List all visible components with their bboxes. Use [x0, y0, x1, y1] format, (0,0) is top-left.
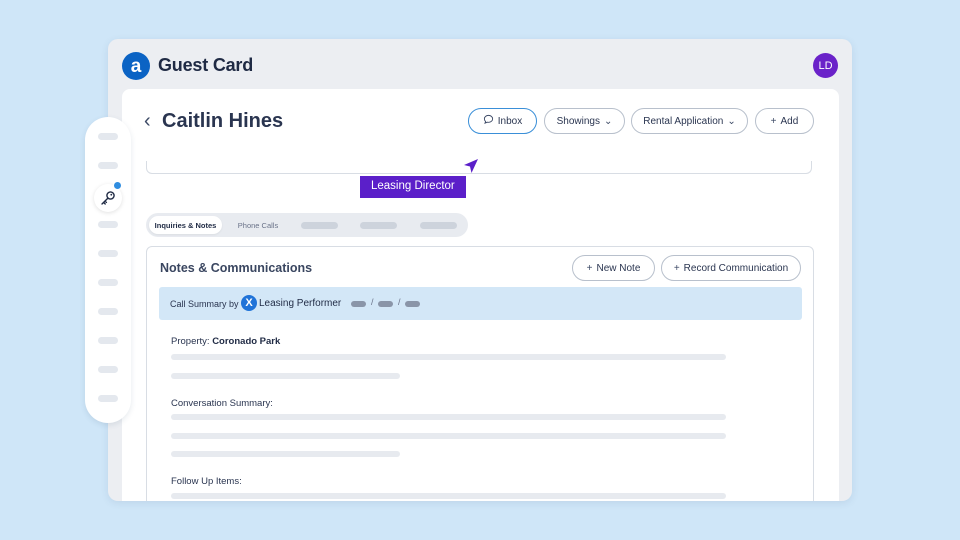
key-icon	[101, 191, 115, 205]
tab-inquiries-notes[interactable]: Inquiries & Notes	[149, 216, 222, 234]
rental-application-label: Rental Application	[643, 115, 724, 127]
app-title: Guest Card	[158, 55, 254, 75]
meta-separator: /	[398, 297, 401, 307]
call-summary-bar: Call Summary by X Leasing Performer / /	[159, 287, 802, 320]
text-placeholder-line	[171, 373, 400, 379]
showings-label: Showings	[556, 115, 600, 127]
cursor-pointer-icon	[464, 159, 478, 173]
plus-icon: +	[673, 262, 680, 274]
sidebar-item[interactable]	[98, 221, 118, 228]
text-placeholder-line	[171, 493, 726, 499]
inbox-button[interactable]: Inbox	[468, 108, 537, 134]
add-label: Add	[780, 115, 799, 127]
sidebar-item[interactable]	[98, 162, 118, 169]
leasing-performer-label: Leasing Performer	[259, 298, 342, 309]
new-note-label: New Note	[596, 262, 641, 274]
user-avatar[interactable]: LD	[813, 53, 838, 78]
tab-phone-calls[interactable]: Phone Calls	[228, 216, 288, 234]
sidebar-item[interactable]	[98, 250, 118, 257]
property-value: Coronado Park	[212, 336, 281, 347]
showings-button[interactable]: Showings ⌄	[544, 108, 625, 134]
notes-communications-card: Notes & Communications + New Note + Reco…	[146, 246, 814, 501]
tab-bar: Inquiries & Notes Phone Calls	[146, 213, 468, 237]
floating-sidebar	[85, 117, 131, 423]
tab-placeholder[interactable]	[420, 222, 457, 229]
text-placeholder-line	[171, 433, 726, 439]
add-button[interactable]: + Add	[755, 108, 814, 134]
tab-placeholder[interactable]	[301, 222, 338, 229]
leasing-director-tooltip: Leasing Director	[360, 176, 466, 198]
record-communication-button[interactable]: + Record Communication	[661, 255, 801, 281]
plus-icon: +	[770, 115, 777, 127]
notification-dot	[113, 181, 122, 190]
chevron-down-icon: ⌄	[727, 115, 736, 127]
text-placeholder-line	[171, 354, 726, 360]
meta-placeholder	[405, 301, 420, 307]
guest-card-panel: ‹ Caitlin Hines Inbox Showings ⌄ Rental …	[122, 89, 839, 501]
meta-placeholder	[378, 301, 393, 307]
rental-application-button[interactable]: Rental Application ⌄	[631, 108, 748, 134]
contact-name: Caitlin Hines	[162, 110, 284, 132]
property-field: Property: Coronado Park	[171, 336, 280, 347]
text-placeholder-line	[171, 451, 400, 457]
inbox-label: Inbox	[497, 115, 523, 127]
meta-placeholder	[351, 301, 366, 307]
record-communication-label: Record Communication	[683, 262, 789, 274]
chat-bubble-icon	[483, 114, 494, 128]
sidebar-item[interactable]	[98, 337, 118, 344]
sidebar-item[interactable]	[98, 133, 118, 140]
tab-placeholder[interactable]	[360, 222, 397, 229]
meta-separator: /	[371, 297, 374, 307]
sidebar-item[interactable]	[98, 279, 118, 286]
follow-up-items-label: Follow Up Items:	[171, 476, 242, 487]
plus-icon: +	[586, 262, 593, 274]
sidebar-item[interactable]	[98, 308, 118, 315]
chevron-left-icon[interactable]: ‹	[144, 111, 151, 131]
call-summary-prefix: Call Summary by	[170, 299, 239, 309]
conversation-summary-label: Conversation Summary:	[171, 398, 273, 409]
text-placeholder-line	[171, 414, 726, 420]
property-label: Property:	[171, 336, 210, 347]
sidebar-item[interactable]	[98, 395, 118, 402]
guest-card-window: a Guest Card LD ‹ Caitlin Hines Inbox Sh…	[108, 39, 852, 501]
new-note-button[interactable]: + New Note	[572, 255, 655, 281]
notes-section-title: Notes & Communications	[160, 261, 313, 275]
sidebar-item[interactable]	[98, 366, 118, 373]
chevron-down-icon: ⌄	[603, 115, 613, 127]
leasing-performer-logo-icon: X	[241, 295, 257, 311]
app-logo-icon: a	[122, 52, 150, 80]
